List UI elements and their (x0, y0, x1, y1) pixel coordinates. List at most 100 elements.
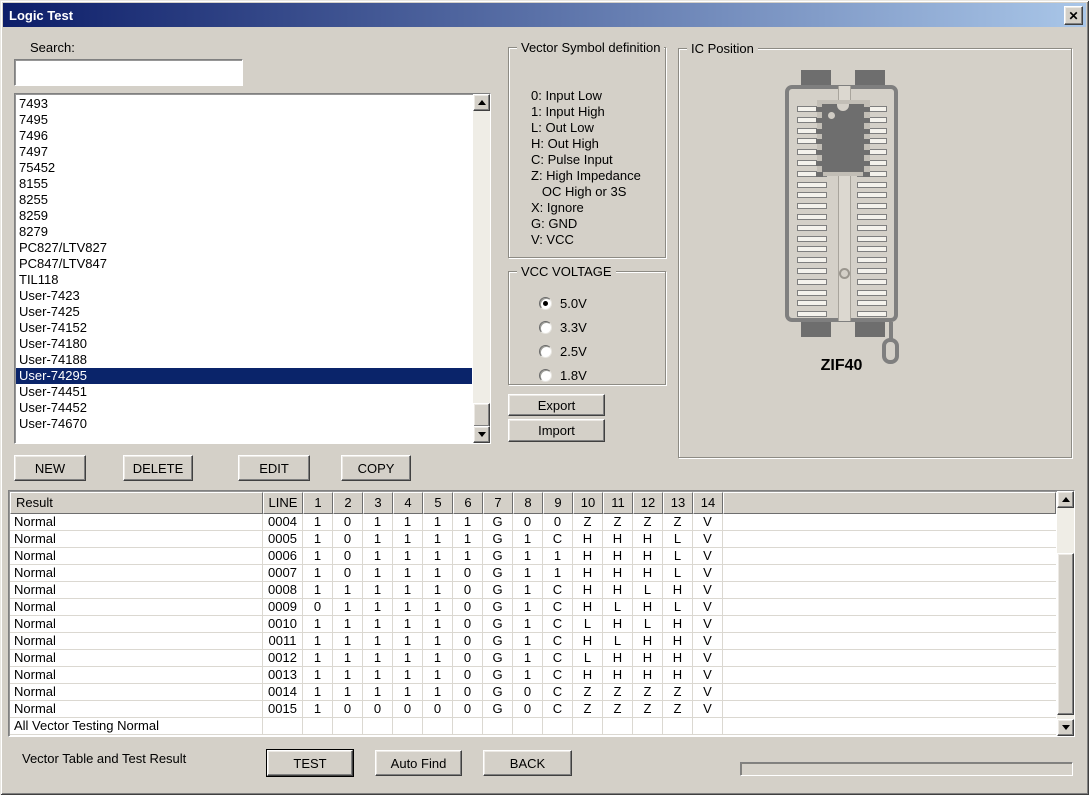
device-list-item[interactable]: User-74188 (16, 352, 472, 368)
table-cell: V (693, 650, 723, 667)
copy-button[interactable]: COPY (341, 455, 411, 481)
device-list-item[interactable]: User-74670 (16, 416, 472, 432)
table-cell: Normal (10, 531, 263, 548)
device-list-item[interactable]: 7497 (16, 144, 472, 160)
table-header-cell[interactable]: 8 (513, 492, 543, 514)
table-row[interactable]: Normal 0014 1 1 1 1 1 0 G 0 C Z Z Z Z V (10, 684, 1056, 701)
table-header-cell[interactable]: 5 (423, 492, 453, 514)
table-cell: 1 (303, 514, 333, 531)
radio-selected-icon[interactable] (539, 296, 552, 310)
table-cell: 1 (513, 667, 543, 684)
new-button[interactable]: NEW (14, 455, 86, 481)
table-cell: L (663, 565, 693, 582)
table-cell: 1 (363, 599, 393, 616)
close-icon[interactable]: ✕ (1064, 6, 1083, 25)
radio-icon[interactable] (539, 344, 552, 358)
scroll-down-icon[interactable] (473, 426, 490, 443)
scroll-down-icon[interactable] (1057, 719, 1074, 736)
table-row[interactable]: Normal 0012 1 1 1 1 1 0 G 1 C L H H H V (10, 650, 1056, 667)
scrollbar-thumb[interactable] (1057, 553, 1074, 715)
table-row[interactable]: Normal 0007 1 0 1 1 1 0 G 1 1 H H H L V (10, 565, 1056, 582)
export-button[interactable]: Export (508, 394, 605, 416)
table-row[interactable]: Normal 0010 1 1 1 1 1 0 G 1 C L H L H V (10, 616, 1056, 633)
import-button[interactable]: Import (508, 419, 605, 442)
vector-table[interactable]: Result LINE 1 2 3 4 5 6 7 8 9 10 11 12 13 14 Normal 0004 1… (8, 490, 1075, 737)
table-header-cell[interactable]: 10 (573, 492, 603, 514)
table-row[interactable]: Normal 0008 1 1 1 1 1 0 G 1 C H H L H V (10, 582, 1056, 599)
vcc-option-1.8V[interactable]: 1.8V (539, 368, 587, 383)
table-header-cell[interactable]: 13 (663, 492, 693, 514)
device-list[interactable]: 7493 7495 7496 7497 75452 8155 8255 8259 8279 PC8… (14, 93, 491, 444)
table-cell: Normal (10, 616, 263, 633)
table-cell (723, 667, 1056, 684)
device-list-item[interactable]: PC847/LTV847 (16, 256, 472, 272)
table-row[interactable]: Normal 0015 1 0 0 0 0 0 G 0 C Z Z Z Z V (10, 701, 1056, 718)
vcc-option-5.0V[interactable]: 5.0V (539, 296, 587, 311)
table-cell: L (663, 599, 693, 616)
vector-symbol-line: C: Pulse Input (531, 152, 613, 167)
table-header-cell[interactable]: 1 (303, 492, 333, 514)
table-cell: 0 (453, 633, 483, 650)
table-cell: 1 (453, 548, 483, 565)
table-row[interactable]: Normal 0005 1 0 1 1 1 1 G 1 C H H H L V (10, 531, 1056, 548)
delete-button[interactable]: DELETE (123, 455, 193, 481)
table-cell (723, 548, 1056, 565)
pin-slot (797, 225, 827, 231)
device-list-item[interactable]: 7496 (16, 128, 472, 144)
table-header-cell[interactable]: 3 (363, 492, 393, 514)
table-row[interactable]: Normal 0006 1 0 1 1 1 1 G 1 1 H H H L V (10, 548, 1056, 565)
back-button[interactable]: BACK (483, 750, 572, 776)
device-list-item[interactable]: PC827/LTV827 (16, 240, 472, 256)
table-header-cell[interactable]: LINE (263, 492, 303, 514)
table-cell: H (573, 582, 603, 599)
scroll-up-icon[interactable] (1057, 491, 1074, 508)
device-list-item[interactable]: 75452 (16, 160, 472, 176)
title-bar[interactable]: Logic Test ✕ (3, 3, 1086, 27)
device-list-item[interactable]: User-74152 (16, 320, 472, 336)
scroll-up-icon[interactable] (473, 94, 490, 111)
table-scrollbar[interactable] (1057, 491, 1074, 736)
table-cell: 0 (453, 684, 483, 701)
table-header-cell[interactable]: 4 (393, 492, 423, 514)
auto-find-button[interactable]: Auto Find (375, 750, 462, 776)
table-header-cell[interactable]: 2 (333, 492, 363, 514)
table-row[interactable]: Normal 0004 1 0 1 1 1 1 G 0 0 Z Z Z Z V (10, 514, 1056, 531)
test-button[interactable]: TEST (266, 749, 354, 777)
vcc-option-3.3V[interactable]: 3.3V (539, 320, 587, 335)
table-row[interactable]: Normal 0009 0 1 1 1 1 0 G 1 C H L H L V (10, 599, 1056, 616)
table-header-cell[interactable] (723, 492, 1056, 514)
vcc-option-2.5V[interactable]: 2.5V (539, 344, 587, 359)
device-list-item[interactable]: User-74180 (16, 336, 472, 352)
device-list-item[interactable]: TIL118 (16, 272, 472, 288)
radio-icon[interactable] (539, 320, 552, 334)
device-list-item[interactable]: 8155 (16, 176, 472, 192)
table-cell: 0015 (263, 701, 303, 718)
device-list-item[interactable]: User-74451 (16, 384, 472, 400)
device-list-item[interactable]: User-7425 (16, 304, 472, 320)
table-header-cell[interactable]: Result (10, 492, 263, 514)
table-header-cell[interactable]: 7 (483, 492, 513, 514)
table-cell: H (633, 531, 663, 548)
table-header-cell[interactable]: 11 (603, 492, 633, 514)
device-list-item[interactable]: 7495 (16, 112, 472, 128)
table-header-cell[interactable]: 9 (543, 492, 573, 514)
table-row[interactable]: Normal 0013 1 1 1 1 1 0 G 1 C H H H H V (10, 667, 1056, 684)
table-header-cell[interactable]: 14 (693, 492, 723, 514)
scrollbar-thumb[interactable] (473, 403, 490, 427)
table-header-cell[interactable]: 12 (633, 492, 663, 514)
search-input[interactable] (14, 59, 243, 86)
device-list-item[interactable]: 7493 (16, 96, 472, 112)
device-list-item[interactable]: 8255 (16, 192, 472, 208)
radio-icon[interactable] (539, 368, 552, 382)
device-list-item[interactable]: 8259 (16, 208, 472, 224)
device-list-scrollbar[interactable] (473, 94, 490, 443)
edit-button[interactable]: EDIT (238, 455, 310, 481)
table-cell: 1 (393, 667, 423, 684)
device-list-item[interactable]: 8279 (16, 224, 472, 240)
table-row[interactable]: Normal 0011 1 1 1 1 1 0 G 1 C H L H H V (10, 633, 1056, 650)
device-list-item[interactable]: User-74452 (16, 400, 472, 416)
table-cell: C (543, 650, 573, 667)
table-header-cell[interactable]: 6 (453, 492, 483, 514)
device-list-item[interactable]: User-74295 (16, 368, 472, 384)
device-list-item[interactable]: User-7423 (16, 288, 472, 304)
